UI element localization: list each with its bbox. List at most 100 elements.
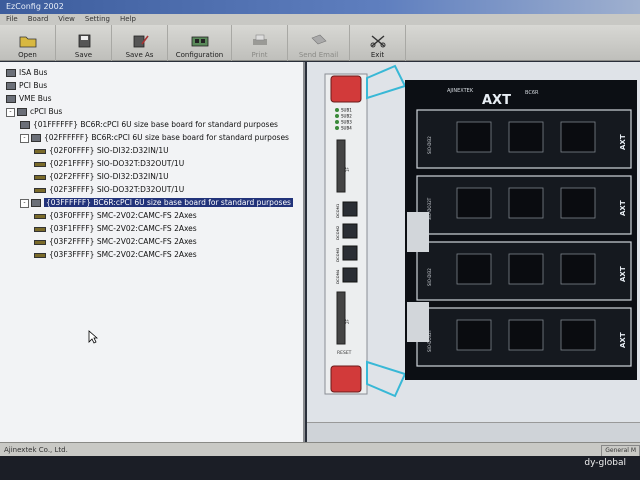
device-tree[interactable]: ISA Bus PCI Bus VME Bus - cPCI Bus {01FFFFFF}… bbox=[0, 62, 305, 442]
menu-board[interactable]: Board bbox=[28, 14, 49, 25]
board-icon bbox=[31, 199, 41, 207]
menu-setting[interactable]: Setting bbox=[85, 14, 110, 25]
disk-icon bbox=[78, 34, 90, 48]
axt-logo: AXT bbox=[482, 93, 511, 108]
taskbar-strip bbox=[0, 456, 640, 480]
tree-item[interactable]: {03F3FFFF} SMC-2V02:CAMC-FS 2Axes bbox=[0, 248, 303, 261]
connector-bottom bbox=[336, 291, 346, 345]
bus-icon bbox=[6, 95, 16, 103]
side-connector-2 bbox=[407, 302, 429, 342]
tree-item-label: cPCI Bus bbox=[30, 107, 63, 116]
led-label: SUB4 bbox=[341, 126, 352, 131]
port-label: DCOM2 bbox=[335, 225, 340, 240]
photo-watermark: dy-global bbox=[584, 458, 626, 468]
led-indicator bbox=[335, 120, 339, 124]
scissors-exit-icon bbox=[370, 35, 385, 48]
expand-toggle[interactable]: - bbox=[6, 107, 15, 117]
led-label: SUB2 bbox=[341, 114, 352, 119]
tree-item[interactable]: VME Bus bbox=[0, 92, 303, 105]
connector-label-top: 1F bbox=[345, 166, 350, 172]
connector-top bbox=[336, 139, 346, 193]
window-title: EzConfig 2002 bbox=[6, 2, 64, 11]
menu-file[interactable]: File bbox=[6, 14, 18, 25]
module-axt-logo: AXT bbox=[619, 266, 627, 282]
window-title-bar: EzConfig 2002 bbox=[0, 0, 640, 14]
tree-item[interactable]: - {02FFFFFF} BC6R:cPCI 6U size base board… bbox=[0, 131, 303, 144]
port-label: DCOM1 bbox=[335, 203, 340, 218]
led-label: SUB3 bbox=[341, 120, 352, 125]
board-diagram: SUB1SUB2SUB3SUB4 DCOM1 DCOM2 DCOM3 DCOM4 1F… bbox=[324, 64, 637, 398]
module-label: SIO-DI32 bbox=[427, 136, 432, 154]
board-config-icon bbox=[191, 36, 208, 47]
module-chip bbox=[560, 187, 596, 219]
tree-item-label: {03F0FFFF} SMC-2V02:CAMC-FS 2Axes bbox=[49, 211, 197, 220]
module-chip bbox=[456, 121, 492, 153]
module-icon bbox=[34, 187, 46, 193]
send-email-button[interactable]: Send Email bbox=[288, 25, 350, 61]
board-icon bbox=[31, 134, 41, 142]
rj45-port bbox=[342, 267, 358, 283]
led-indicator bbox=[335, 114, 339, 118]
top-ejector-handle[interactable] bbox=[330, 75, 362, 103]
status-bar: Ajinextek Co., Ltd. General M bbox=[0, 442, 640, 457]
board-view-pane: SUB1 SUB2 SUB3 SUB4 DCOM1 DCOM2 DCOM3 DCOM4 1F… bbox=[307, 62, 640, 422]
exit-button[interactable]: Exit bbox=[350, 25, 406, 61]
rj45-port bbox=[342, 223, 358, 239]
tree-item-label: {02F3FFFF} SIO-DO32T:D32OUT/1U bbox=[49, 185, 185, 194]
tree-item[interactable]: {02F0FFFF} SIO-DI32:D32IN/1U bbox=[0, 144, 303, 157]
module-chip bbox=[456, 253, 492, 285]
save-button[interactable]: Save bbox=[56, 25, 112, 61]
tree-item[interactable]: - {03FFFFFF} BC6R:cPCI 6U size base board… bbox=[0, 196, 303, 209]
tree-item-label: {03F2FFFF} SMC-2V02:CAMC-FS 2Axes bbox=[49, 237, 197, 246]
menu-view[interactable]: View bbox=[58, 14, 75, 25]
tree-item[interactable]: {02F1FFFF} SIO-DO32T:D32OUT/1U bbox=[0, 157, 303, 170]
module-chip bbox=[508, 253, 544, 285]
expand-toggle[interactable]: - bbox=[20, 198, 29, 208]
rj45-port bbox=[342, 201, 358, 217]
send-email-label: Send Email bbox=[298, 51, 339, 59]
expand-toggle[interactable]: - bbox=[20, 133, 29, 143]
side-connector-1 bbox=[407, 212, 429, 252]
module-chip bbox=[560, 253, 596, 285]
printer-icon bbox=[252, 34, 267, 45]
module-chip bbox=[560, 121, 596, 153]
bottom-ejector-handle[interactable] bbox=[330, 365, 362, 393]
tree-item[interactable]: PCI Bus bbox=[0, 79, 303, 92]
tree-item[interactable]: {03F0FFFF} SMC-2V02:CAMC-FS 2Axes bbox=[0, 209, 303, 222]
tree-item-label: {03F3FFFF} SMC-2V02:CAMC-FS 2Axes bbox=[49, 250, 197, 259]
top-rail bbox=[366, 64, 407, 100]
tree-item[interactable]: {03F1FFFF} SMC-2V02:CAMC-FS 2Axes bbox=[0, 222, 303, 235]
configuration-button[interactable]: Configuration bbox=[168, 25, 232, 61]
configuration-label: Configuration bbox=[175, 51, 224, 59]
tree-item-label: VME Bus bbox=[19, 94, 52, 103]
disk-pencil-icon bbox=[133, 35, 149, 48]
open-button[interactable]: Open bbox=[0, 25, 56, 61]
tree-item-label: {02F1FFFF} SIO-DO32T:D32OUT/1U bbox=[49, 159, 185, 168]
tree-item-label-selected: {03FFFFFF} BC6R:cPCI 6U size base board … bbox=[44, 198, 293, 207]
module-axt-logo: AXT bbox=[619, 134, 627, 150]
tree-item[interactable]: {01FFFFFF} BC6R:cPCI 6U size base board … bbox=[0, 118, 303, 131]
tree-item[interactable]: {02F3FFFF} SIO-DO32T:D32OUT/1U bbox=[0, 183, 303, 196]
save-as-button[interactable]: Save As bbox=[112, 25, 168, 61]
rj45-port bbox=[342, 245, 358, 261]
tree-item[interactable]: {02F2FFFF} SIO-DI32:D32IN/1U bbox=[0, 170, 303, 183]
module-icon bbox=[34, 226, 46, 232]
module-icon bbox=[34, 239, 46, 245]
tree-item-label: {02F0FFFF} SIO-DI32:D32IN/1U bbox=[49, 146, 169, 155]
module-chip bbox=[508, 187, 544, 219]
print-button[interactable]: Print bbox=[232, 25, 288, 61]
exit-label: Exit bbox=[370, 51, 385, 59]
board-icon bbox=[20, 121, 30, 129]
tree-item[interactable]: {03F2FFFF} SMC-2V02:CAMC-FS 2Axes bbox=[0, 235, 303, 248]
tree-item-label: ISA Bus bbox=[19, 68, 48, 77]
tree-item[interactable]: ISA Bus bbox=[0, 66, 303, 79]
tree-item[interactable]: - cPCI Bus bbox=[0, 105, 303, 118]
brand-label: AJINEXTEK bbox=[447, 88, 474, 94]
module-icon bbox=[34, 174, 46, 180]
led-indicator bbox=[335, 126, 339, 130]
module-label: SIO-DI32 bbox=[427, 268, 432, 286]
module-chip bbox=[456, 319, 492, 351]
bus-icon bbox=[17, 108, 27, 116]
toolbar: Open Save Save As Configuration Print Se… bbox=[0, 25, 640, 61]
menu-help[interactable]: Help bbox=[120, 14, 136, 25]
